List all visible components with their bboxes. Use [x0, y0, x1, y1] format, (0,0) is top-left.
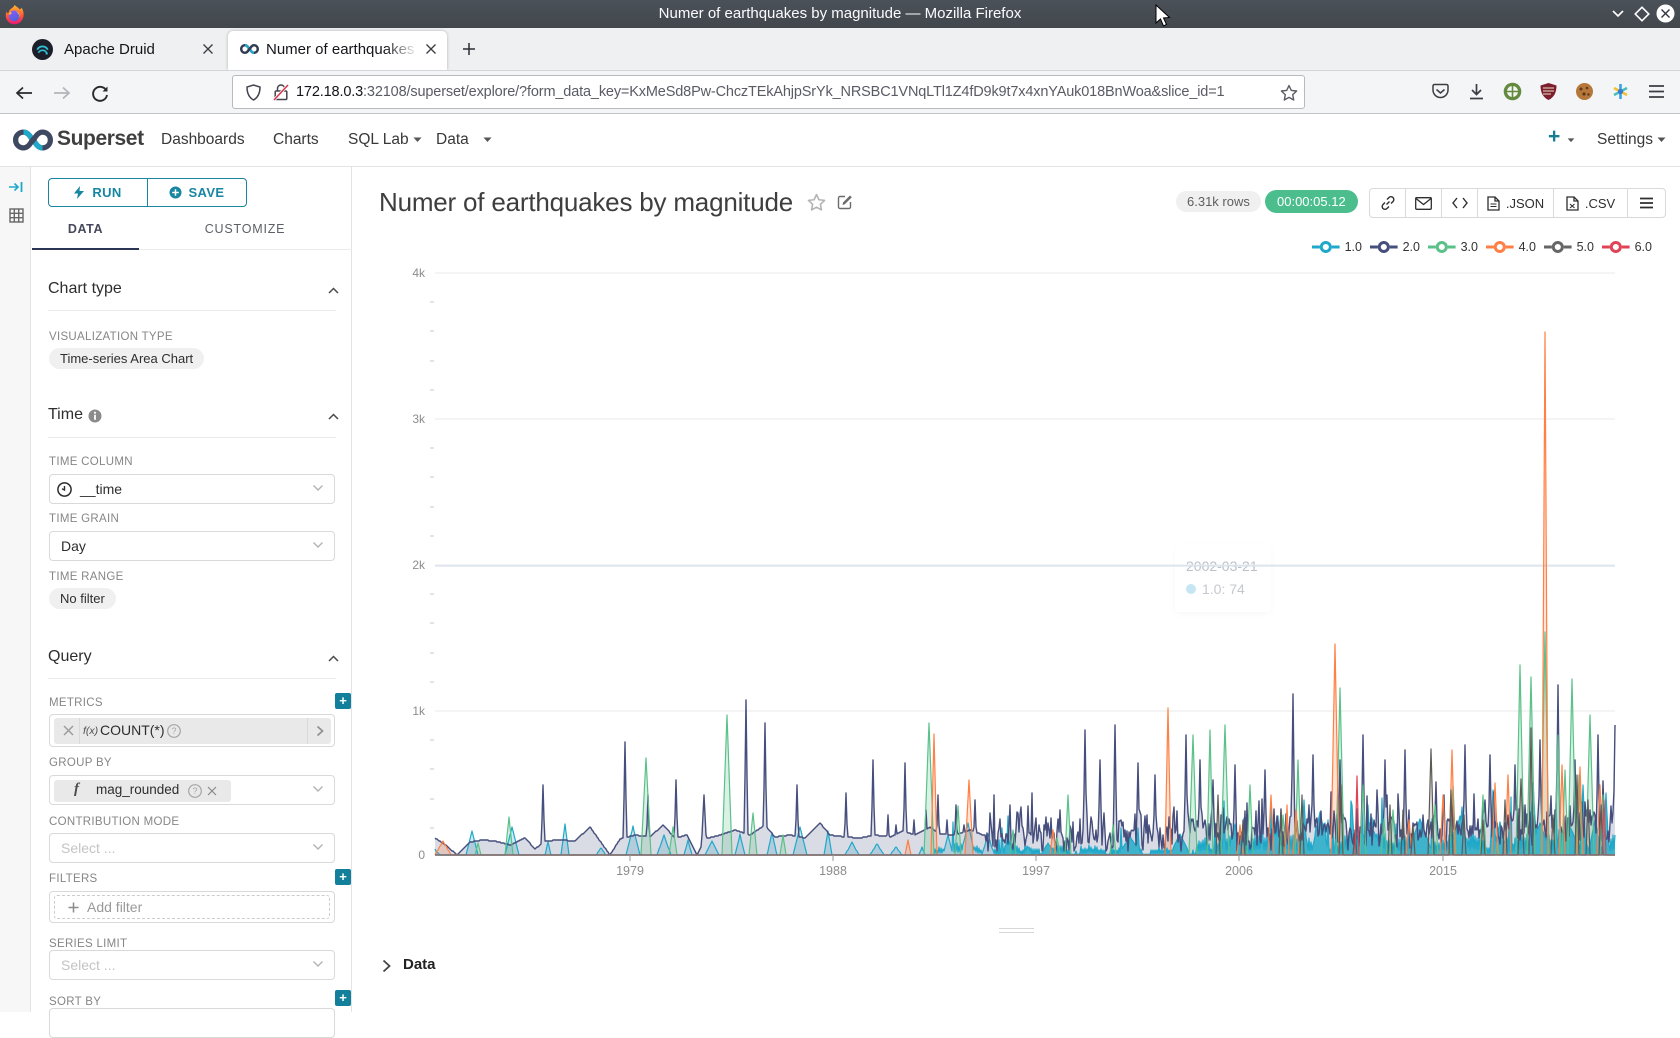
svg-text:0: 0 — [418, 848, 425, 862]
svg-text:1997: 1997 — [1022, 864, 1050, 878]
svg-text:2006: 2006 — [1225, 864, 1253, 878]
svg-text:?: ? — [192, 786, 197, 796]
svg-text:3k: 3k — [412, 412, 426, 426]
svg-text:?: ? — [171, 726, 176, 736]
svg-text:4k: 4k — [412, 266, 426, 280]
svg-text:1988: 1988 — [819, 864, 847, 878]
svg-text:2015: 2015 — [1429, 864, 1457, 878]
svg-text:1979: 1979 — [616, 864, 644, 878]
svg-text:2k: 2k — [412, 558, 426, 572]
svg-text:1k: 1k — [412, 704, 426, 718]
